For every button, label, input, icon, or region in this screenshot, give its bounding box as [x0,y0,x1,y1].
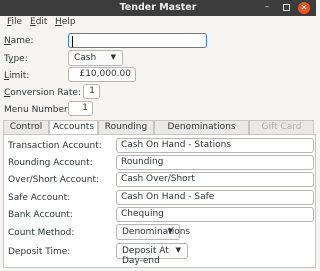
count-method-label: Count Method: [8,228,75,238]
count-method-value: Denominations [122,227,191,237]
type-dropdown[interactable]: Cash ▼ [68,50,123,66]
chevron-down-icon: ▼ [175,246,181,254]
type-dropdown-value: Cash [74,53,97,63]
bank-account-field[interactable]: Chequing [116,207,314,222]
limit-label: Limit: [4,71,30,81]
close-icon[interactable]: ✕ [298,2,310,14]
tab-bar: Control Accounts Rounding Denominations … [3,120,316,145]
menu-help-label: elp [61,17,76,27]
title-bar: Tender Master – ✕ [0,0,316,16]
menu-number-label: Menu Number: [4,105,71,115]
name-label: Name: [4,36,34,46]
tab-rounding[interactable]: Rounding [98,120,154,134]
limit-field[interactable]: £10,000.00 [68,67,136,82]
menu-number-field[interactable]: 1 [68,101,93,116]
rounding-account-field[interactable]: Rounding [116,155,314,170]
count-method-dropdown[interactable]: Denominations ▼ [116,224,190,240]
text-caret [72,36,73,47]
transaction-account-field[interactable]: Cash On Hand - Stations [116,138,314,153]
menu-bar: File Edit Help [0,16,316,30]
bank-account-label: Bank Account: [8,210,73,220]
menu-help[interactable]: Help [55,17,76,27]
menu-file-label: ile [11,17,23,27]
tab-gift-card-items: Gift Card Items [249,120,314,145]
safe-account-label: Safe Account: [8,193,71,203]
tab-denominations[interactable]: Denominations [154,120,249,134]
conversion-rate-field[interactable]: 1 [83,84,100,99]
tab-accounts[interactable]: Accounts [49,120,98,135]
name-field[interactable] [68,33,207,48]
type-label: Type: [4,54,28,64]
deposit-time-label: Deposit Time: [8,247,71,257]
menu-edit-label: dit [35,17,48,27]
transaction-account-label: Transaction Account: [8,141,102,151]
tab-control[interactable]: Control [3,120,49,134]
minimize-icon[interactable]: – [260,1,274,15]
over-short-account-label: Over/Short Account: [8,175,100,185]
rounding-account-label: Rounding Account: [8,158,93,168]
menu-help-mnemonic: H [55,17,62,27]
over-short-account-field[interactable]: Cash Over/Short [116,172,314,187]
chevron-down-icon: ▼ [167,227,173,235]
conversion-rate-label: Conversion Rate: [4,88,82,98]
menu-edit[interactable]: Edit [30,17,47,27]
chevron-down-icon: ▼ [110,53,116,61]
deposit-time-dropdown[interactable]: Deposit At Day-end ▼ [116,243,188,266]
safe-account-field[interactable]: Cash On Hand - Safe [116,190,314,205]
deposit-time-value: Deposit At Day-end [122,246,169,266]
menu-file[interactable]: File [7,17,22,27]
accounts-panel: Transaction Account: Cash On Hand - Stat… [3,134,316,268]
maximize-icon[interactable] [279,1,293,15]
